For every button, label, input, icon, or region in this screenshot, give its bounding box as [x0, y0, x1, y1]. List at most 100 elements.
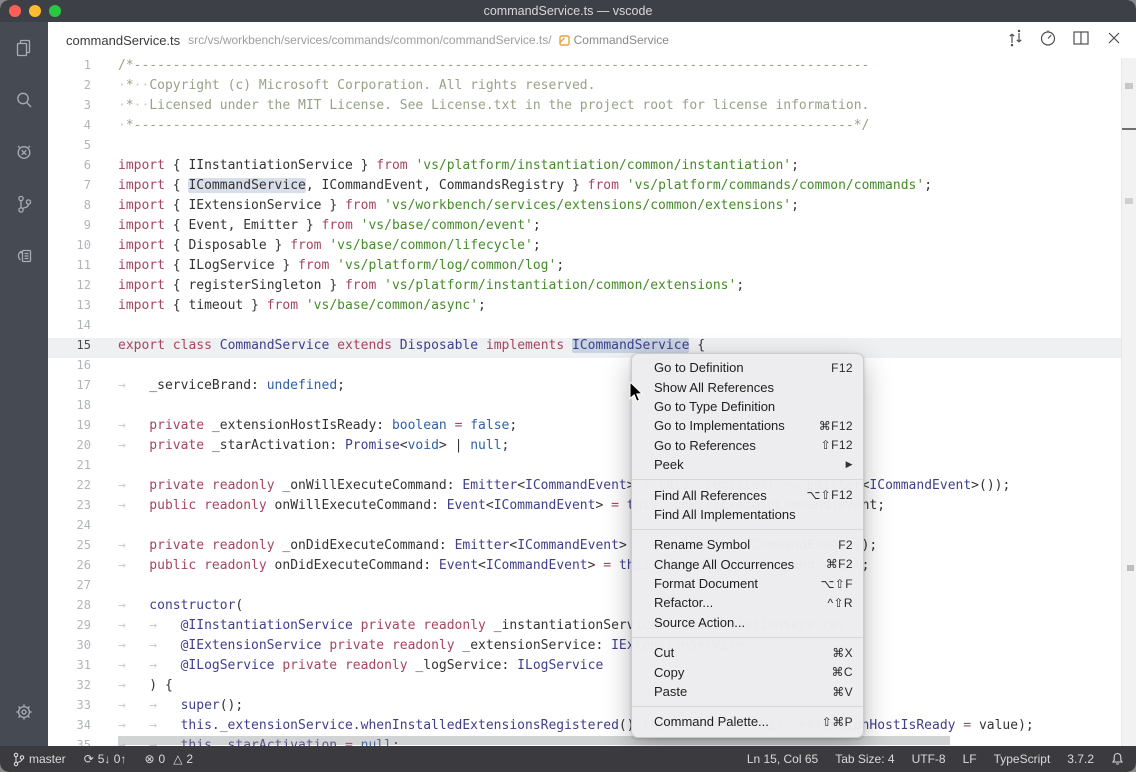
breadcrumb-path[interactable]: src/vs/workbench/services/commands/commo… [188, 33, 551, 47]
line-number[interactable]: 16 [48, 358, 118, 378]
code-line-27[interactable] [118, 578, 1034, 598]
language-mode[interactable]: TypeScript [994, 752, 1051, 766]
notifications-bell-icon[interactable] [1111, 752, 1124, 766]
line-number[interactable]: 1 [48, 58, 118, 78]
ts-version[interactable]: 3.7.2 [1067, 752, 1094, 766]
encoding[interactable]: UTF-8 [912, 752, 946, 766]
code-line-16[interactable] [118, 358, 1034, 378]
line-number[interactable]: 25 [48, 538, 118, 558]
code-line-1[interactable]: /*--------------------------------------… [118, 58, 1034, 78]
code-line-14[interactable] [118, 318, 1034, 338]
menu-item-change-all-occurrences[interactable]: Change All Occurrences⌘F2 [632, 555, 863, 574]
active-file-name[interactable]: commandService.ts [66, 33, 180, 48]
close-window-button[interactable] [9, 5, 21, 17]
menu-item-source-action[interactable]: Source Action... [632, 613, 863, 632]
menu-item-go-to-definition[interactable]: Go to DefinitionF12 [632, 358, 863, 377]
git-branch-indicator[interactable]: master [12, 752, 66, 767]
explorer-icon[interactable] [0, 22, 48, 74]
code-line-6[interactable]: import { IInstantiationService } from 'v… [118, 158, 1034, 178]
line-number[interactable]: 29 [48, 618, 118, 638]
menu-item-copy[interactable]: Copy⌘C [632, 662, 863, 681]
code-line-28[interactable]: →constructor( [118, 598, 1034, 618]
problems-indicator[interactable]: ⊗ 0 △ 2 [144, 752, 193, 766]
code-line-7[interactable]: import { ICommandService, ICommandEvent,… [118, 178, 1034, 198]
code-line-32[interactable]: →) { [118, 678, 1034, 698]
line-number[interactable]: 32 [48, 678, 118, 698]
code-line-29[interactable]: →→@IInstantiationService private readonl… [118, 618, 1034, 638]
code-line-33[interactable]: →→super(); [118, 698, 1034, 718]
line-number[interactable]: 8 [48, 198, 118, 218]
line-number[interactable]: 13 [48, 298, 118, 318]
code-line-10[interactable]: import { Disposable } from 'vs/base/comm… [118, 238, 1034, 258]
line-number[interactable]: 31 [48, 658, 118, 678]
search-icon[interactable] [0, 74, 48, 126]
split-editor-icon[interactable] [1071, 28, 1091, 53]
menu-item-go-to-type-definition[interactable]: Go to Type Definition [632, 397, 863, 416]
menu-item-format-document[interactable]: Format Document⌥⇧F [632, 574, 863, 593]
line-number[interactable]: 10 [48, 238, 118, 258]
line-number[interactable]: 26 [48, 558, 118, 578]
tab-size[interactable]: Tab Size: 4 [835, 752, 894, 766]
line-number[interactable]: 7 [48, 178, 118, 198]
line-number[interactable]: 33 [48, 698, 118, 718]
menu-item-go-to-implementations[interactable]: Go to Implementations⌘F12 [632, 416, 863, 435]
line-number[interactable]: 20 [48, 438, 118, 458]
code-line-5[interactable] [118, 138, 1034, 158]
code-line-25[interactable]: →private readonly _onDidExecuteCommand: … [118, 538, 1034, 558]
line-number[interactable]: 34 [48, 718, 118, 738]
menu-item-peek[interactable]: Peek▶ [632, 455, 863, 474]
menu-item-go-to-references[interactable]: Go to References⇧F12 [632, 436, 863, 455]
cursor-position[interactable]: Ln 15, Col 65 [747, 752, 818, 766]
line-number[interactable]: 17 [48, 378, 118, 398]
code-line-3[interactable]: ·*··Licensed under the MIT License. See … [118, 98, 1034, 118]
code-line-15[interactable]: export class CommandService extends Disp… [118, 338, 1034, 358]
code-editor[interactable]: 1234567891011121314151617181920212223242… [48, 58, 1136, 746]
close-editor-icon[interactable] [1104, 28, 1124, 53]
zoom-window-button[interactable] [49, 5, 61, 17]
line-number[interactable]: 24 [48, 518, 118, 538]
line-number[interactable]: 22 [48, 478, 118, 498]
code-line-34[interactable]: →→this._extensionService.whenInstalledEx… [118, 718, 1034, 738]
code-line-19[interactable]: →private _extensionHostIsReady: boolean … [118, 418, 1034, 438]
line-number[interactable]: 28 [48, 598, 118, 618]
line-number[interactable]: 4 [48, 118, 118, 138]
menu-item-paste[interactable]: Paste⌘V [632, 682, 863, 701]
line-number[interactable]: 35 [48, 738, 118, 746]
editor-gutter[interactable]: 1234567891011121314151617181920212223242… [48, 58, 118, 746]
line-number[interactable]: 3 [48, 98, 118, 118]
line-number[interactable]: 11 [48, 258, 118, 278]
code-line-13[interactable]: import { timeout } from 'vs/base/common/… [118, 298, 1034, 318]
code-line-21[interactable] [118, 458, 1034, 478]
line-number[interactable]: 18 [48, 398, 118, 418]
code-line-17[interactable]: →_serviceBrand: undefined; [118, 378, 1034, 398]
code-line-18[interactable] [118, 398, 1034, 418]
code-line-31[interactable]: →→@ILogService private readonly _logServ… [118, 658, 1034, 678]
menu-item-find-all-references[interactable]: Find All References⌥⇧F12 [632, 485, 863, 504]
minimize-window-button[interactable] [29, 5, 41, 17]
menu-item-find-all-implementations[interactable]: Find All Implementations [632, 505, 863, 524]
line-number[interactable]: 15 [48, 338, 118, 358]
menu-item-command-palette[interactable]: Command Palette...⇧⌘P [632, 712, 863, 731]
overview-ruler[interactable] [1121, 58, 1136, 746]
source-control-icon[interactable] [0, 178, 48, 230]
timeline-clock-icon[interactable] [1038, 28, 1058, 53]
settings-gear-icon[interactable] [0, 686, 48, 738]
breadcrumb-symbol[interactable]: CommandService [574, 33, 669, 47]
sync-indicator[interactable]: ⟳ 5↓ 0↑ [84, 752, 127, 766]
open-changes-icon[interactable] [1005, 28, 1025, 53]
code-line-2[interactable]: ·*··Copyright (c) Microsoft Corporation.… [118, 78, 1034, 98]
line-number[interactable]: 30 [48, 638, 118, 658]
code-line-23[interactable]: →public readonly onWillExecuteCommand: E… [118, 498, 1034, 518]
extensions-icon[interactable] [0, 230, 48, 282]
code-line-30[interactable]: →→@IExtensionService private readonly _e… [118, 638, 1034, 658]
code-line-26[interactable]: →public readonly onDidExecuteCommand: Ev… [118, 558, 1034, 578]
line-number[interactable]: 6 [48, 158, 118, 178]
line-number[interactable]: 12 [48, 278, 118, 298]
menu-item-show-all-references[interactable]: Show All References [632, 377, 863, 396]
code-line-8[interactable]: import { IExtensionService } from 'vs/wo… [118, 198, 1034, 218]
code-line-9[interactable]: import { Event, Emitter } from 'vs/base/… [118, 218, 1034, 238]
eol[interactable]: LF [963, 752, 977, 766]
menu-item-refactor[interactable]: Refactor...^⇧R [632, 593, 863, 612]
debug-icon[interactable] [0, 126, 48, 178]
code-line-4[interactable]: ·*--------------------------------------… [118, 118, 1034, 138]
